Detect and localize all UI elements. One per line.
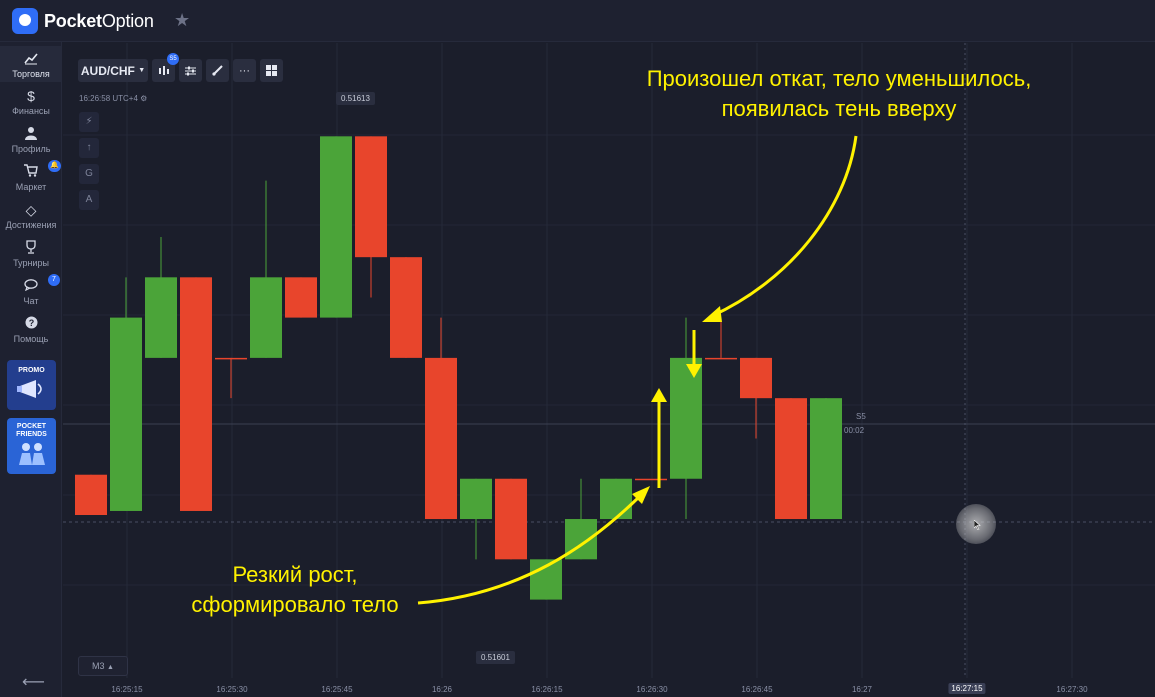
chart-type-button[interactable]: S5 bbox=[152, 53, 179, 82]
candle-down bbox=[390, 257, 422, 358]
annotation-bottom: Резкий рост, сформировало тело bbox=[160, 560, 430, 620]
candle-up bbox=[320, 136, 352, 318]
brush-icon bbox=[212, 65, 223, 76]
grid-layout-icon bbox=[266, 65, 277, 76]
tool-arrow[interactable]: ↑ bbox=[79, 138, 99, 158]
candle-body bbox=[635, 478, 667, 481]
tool-g-label: G bbox=[85, 168, 93, 179]
server-time-text: 16:26:58 UTC+4 bbox=[79, 94, 138, 103]
annotation-arrows bbox=[417, 135, 858, 605]
low-price-tag: 0.51601 bbox=[476, 651, 515, 664]
candle-down bbox=[775, 398, 807, 520]
candle-body bbox=[355, 136, 387, 258]
annotation-top-line2: появилась тень вверху bbox=[721, 96, 957, 121]
annotation-arrowhead-up bbox=[651, 388, 667, 402]
candle-down bbox=[425, 317, 457, 520]
x-tick-label: 16:26:45 bbox=[741, 685, 773, 694]
lightning-icon: ⚡ bbox=[85, 116, 93, 127]
annotation-bottom-line2: сформировало тело bbox=[191, 592, 399, 617]
candles bbox=[75, 136, 842, 600]
candle-body bbox=[425, 357, 457, 520]
candle-down bbox=[285, 277, 317, 318]
candle-body bbox=[460, 478, 492, 520]
candle-down bbox=[495, 478, 527, 560]
x-tick-label: 16:26:15 bbox=[531, 685, 563, 694]
candle-body bbox=[75, 474, 107, 515]
chevron-up-icon: ▲ bbox=[107, 664, 114, 671]
annotation-curve-top bbox=[711, 135, 858, 318]
x-tick-label: 16:25:15 bbox=[111, 685, 143, 694]
x-tick-label: 16:26:30 bbox=[636, 685, 668, 694]
dots-icon: ··· bbox=[239, 64, 250, 77]
annotation-curve-top-head bbox=[702, 306, 722, 322]
annotation-bottom-line1: Резкий рост, bbox=[232, 562, 358, 587]
asset-name: AUD/CHF bbox=[80, 63, 135, 78]
candle-body bbox=[390, 257, 422, 358]
annotation-top-line1: Произошел откат, тело уменьшилось, bbox=[646, 66, 1032, 91]
sliders-icon bbox=[185, 66, 196, 75]
candle-body bbox=[810, 398, 842, 520]
arrow-up-icon: ↑ bbox=[86, 142, 92, 153]
candle-period-badge: S5 bbox=[167, 53, 179, 65]
candle-flat bbox=[635, 478, 667, 481]
candle-flat bbox=[215, 357, 247, 399]
candle-body bbox=[670, 357, 702, 479]
more-button[interactable]: ··· bbox=[233, 59, 256, 82]
gear-icon[interactable]: ⚙ bbox=[140, 94, 147, 103]
candle-up bbox=[460, 478, 492, 560]
candle-flat bbox=[705, 317, 737, 360]
candle-down bbox=[355, 136, 387, 298]
x-tick-label: 16:27 bbox=[851, 685, 873, 694]
candle-body bbox=[215, 357, 247, 360]
candles-icon bbox=[158, 66, 169, 75]
x-tick-label: 16:27:30 bbox=[1056, 685, 1088, 694]
candle-body bbox=[285, 277, 317, 318]
candle-body bbox=[705, 357, 737, 360]
tool-a[interactable]: A bbox=[79, 190, 99, 210]
candle-body bbox=[775, 398, 807, 520]
tool-quick-trade[interactable]: ⚡ bbox=[79, 112, 99, 132]
candle-up bbox=[600, 478, 632, 520]
x-tick-label: 16:25:30 bbox=[216, 685, 248, 694]
indicators-button[interactable] bbox=[179, 59, 202, 82]
candle-body bbox=[600, 478, 632, 520]
candle-up bbox=[145, 237, 177, 358]
x-tick-label: 16:27:15 bbox=[948, 683, 986, 694]
candle-body bbox=[320, 136, 352, 318]
tool-g[interactable]: G bbox=[79, 164, 99, 184]
chevron-down-icon: ▼ bbox=[138, 67, 146, 74]
candle-down bbox=[75, 474, 107, 515]
candle-body bbox=[180, 277, 212, 511]
candle-body bbox=[740, 357, 772, 399]
asset-selector[interactable]: AUD/CHF ▼ bbox=[78, 59, 148, 82]
mouse-pointer-icon bbox=[974, 520, 981, 530]
candle-body bbox=[250, 277, 282, 358]
candle-up bbox=[565, 478, 597, 560]
x-tick-label: 16:26 bbox=[431, 685, 453, 694]
candle-up bbox=[810, 398, 842, 520]
tool-a-label: A bbox=[85, 194, 93, 205]
x-tick-label: 16:25:45 bbox=[321, 685, 353, 694]
candle-down bbox=[180, 277, 212, 511]
candle-body bbox=[495, 478, 527, 560]
countdown-label: 00:02 bbox=[844, 426, 865, 435]
candle-up bbox=[250, 180, 282, 358]
chart-toolbar: AUD/CHF ▼ S5 ··· bbox=[78, 53, 283, 82]
server-time: 16:26:58 UTC+4 ⚙ bbox=[79, 94, 147, 103]
timeframe-label: M3 bbox=[92, 661, 105, 671]
timeframe-selector[interactable]: M3 ▲ bbox=[78, 656, 128, 676]
candle-up bbox=[670, 317, 702, 520]
period-label: S5 bbox=[856, 412, 866, 421]
candle-up bbox=[110, 277, 142, 511]
drawing-button[interactable] bbox=[206, 59, 229, 82]
candle-body bbox=[110, 317, 142, 511]
high-price-tag: 0.51613 bbox=[336, 92, 375, 105]
candle-body bbox=[145, 277, 177, 358]
layout-button[interactable] bbox=[260, 59, 283, 82]
candle-down bbox=[740, 357, 772, 439]
annotation-top: Произошел откат, тело уменьшилось, появи… bbox=[600, 64, 1078, 124]
